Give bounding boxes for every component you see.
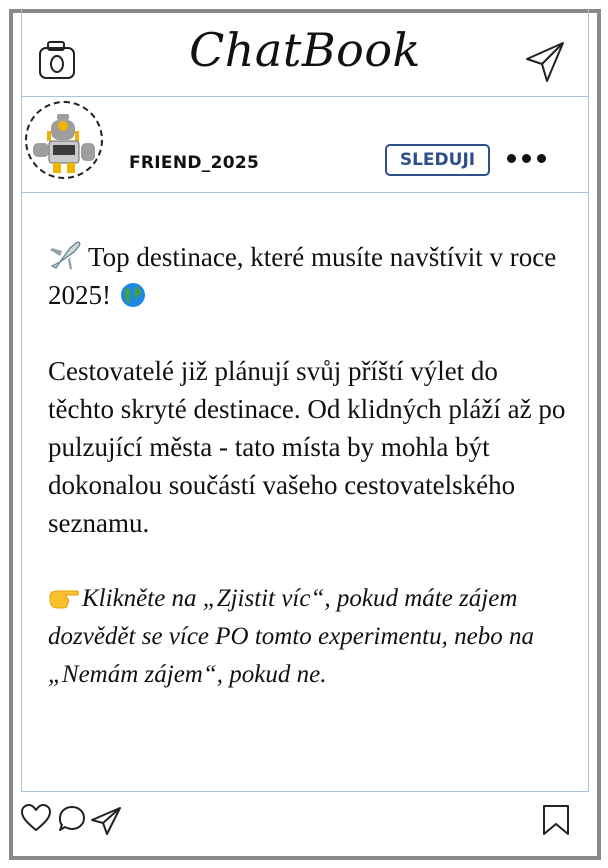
post-card: ChatBook FRIEND_2025 SLEDUJI Top destina… xyxy=(9,9,601,860)
post-cta-text: Klikněte na „Zjistit víc“, pokud máte zá… xyxy=(48,585,534,688)
follow-button[interactable]: SLEDUJI xyxy=(385,144,490,176)
avatar[interactable] xyxy=(25,101,103,179)
header-divider xyxy=(21,96,589,97)
post-body: Cestovatelé již plánují svůj příští výle… xyxy=(48,356,566,538)
post-headline: Top destinace, které musíte navštívit v … xyxy=(48,238,568,314)
robot-avatar-icon xyxy=(33,114,95,173)
username[interactable]: FRIEND_2025 xyxy=(129,153,259,173)
share-icon[interactable] xyxy=(90,806,122,836)
post-cta: Klikněte na „Zjistit víc“, pokud máte zá… xyxy=(48,580,568,694)
airplane-icon xyxy=(50,241,81,270)
more-dots-icon[interactable] xyxy=(507,154,549,164)
globe-icon xyxy=(120,283,145,307)
pointing-hand-icon xyxy=(49,590,79,609)
heart-icon[interactable] xyxy=(20,803,52,833)
bookmark-icon[interactable] xyxy=(541,804,571,836)
comment-icon[interactable] xyxy=(57,804,87,834)
profile-divider xyxy=(21,192,589,193)
app-title: ChatBook xyxy=(189,23,421,77)
paper-plane-icon[interactable] xyxy=(525,41,565,83)
post-text: Top destinace, které musíte navštívit v … xyxy=(48,238,568,694)
